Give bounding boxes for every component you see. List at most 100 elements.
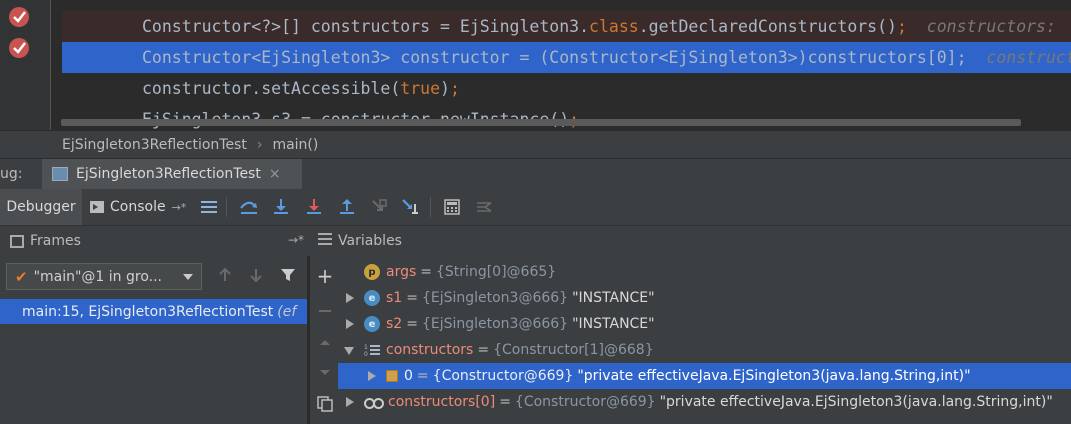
code-token: ; <box>896 17 907 36</box>
copy-icon[interactable] <box>316 395 334 413</box>
menu-icon[interactable] <box>198 196 220 218</box>
enum-icon: e <box>364 316 380 332</box>
arrow-up-icon <box>216 266 234 284</box>
chevron-right-icon[interactable] <box>344 292 356 304</box>
code-line-current[interactable]: Constructor<EjSingleton3> constructor = … <box>62 42 1071 73</box>
force-step-into-icon[interactable] <box>303 196 325 218</box>
variable-ref: {Constructor[1]@668} <box>493 342 654 358</box>
variables-icon <box>318 233 332 249</box>
variable-ref: {EjSingleton3@666} <box>421 290 569 306</box>
frames-icon <box>10 234 24 248</box>
pin-icon[interactable]: →* <box>288 233 304 247</box>
equals-sign: = <box>406 316 418 332</box>
tab-console[interactable]: Console →* <box>86 189 192 225</box>
variable-row[interactable]: e s1 = {EjSingleton3@666} "INSTANCE" <box>338 285 1071 311</box>
evaluate-expression-icon[interactable] <box>441 196 463 218</box>
move-up-icon <box>316 333 334 351</box>
step-over-icon[interactable] <box>238 196 260 218</box>
close-icon[interactable]: × <box>269 166 281 182</box>
equals-sign: = <box>406 290 418 306</box>
add-watch-icon[interactable]: + <box>316 264 334 288</box>
variables-tree: p args = {String[0]@665} e s1 = {EjSingleton3@6… <box>338 256 1071 424</box>
svg-text:1: 1 <box>364 344 368 351</box>
tab-console-label: Console <box>110 199 166 215</box>
variable-ref: {Constructor@669} <box>432 368 574 384</box>
variable-ref: {Constructor@669} <box>514 394 656 410</box>
filter-icon[interactable] <box>279 266 297 284</box>
code-line[interactable]: Constructor<?>[] constructors = EjSingle… <box>62 11 1071 42</box>
debug-tab-bar: ug: EjSingleton3ReflectionTest × <box>0 158 1071 190</box>
code-token: ) <box>440 79 450 98</box>
toolbar-separator <box>430 197 431 217</box>
variable-ref: {String[0]@665} <box>436 264 557 280</box>
code-token: constructor.setAccessible( <box>142 79 401 98</box>
variable-row[interactable]: e s2 = {EjSingleton3@666} "INSTANCE" <box>338 311 1071 337</box>
code-line[interactable]: EjSingleton3 s3 = constructor.newInstanc… <box>62 104 1071 130</box>
field-icon <box>386 370 398 382</box>
chevron-down-icon[interactable] <box>344 344 356 356</box>
frames-title: Frames <box>30 233 81 249</box>
code-token: ; <box>449 79 460 98</box>
code-token: .getDeclaredConstructors() <box>638 17 897 36</box>
move-down-icon <box>316 364 334 382</box>
chevron-right-icon[interactable] <box>344 396 356 408</box>
step-into-icon[interactable] <box>270 196 292 218</box>
variable-row[interactable]: 1 0 constructors = {Constructor[1]@668} <box>338 337 1071 363</box>
equals-sign: = <box>477 342 490 358</box>
chevron-right-icon: › <box>256 136 263 153</box>
array-icon: 10 <box>364 343 380 358</box>
enum-icon: e <box>364 290 380 306</box>
svg-text:0: 0 <box>364 351 368 357</box>
breadcrumb-class[interactable]: EjSingleton3ReflectionTest <box>0 137 247 153</box>
frame-row[interactable]: main:15, EjSingleton3ReflectionTest (ef <box>0 299 307 324</box>
trace-stream-icon <box>473 196 495 218</box>
variable-name: constructors <box>386 342 474 358</box>
frames-header: Frames →* <box>0 226 310 256</box>
code-token: class <box>589 17 639 36</box>
variable-row[interactable]: constructors[0] = {Constructor@669} "privat… <box>338 389 1071 415</box>
variable-row[interactable]: 0 = {Constructor@669} "private effectiveJav… <box>338 363 1071 389</box>
code-editor[interactable]: Constructor<?>[] constructors = EjSingle… <box>0 0 1071 130</box>
code-token: constructo <box>986 48 1071 67</box>
variable-name: s2 <box>386 316 403 332</box>
run-config-icon <box>52 167 68 181</box>
run-to-cursor-icon[interactable] <box>400 196 422 218</box>
remove-watch-icon <box>316 302 334 320</box>
parameter-icon: p <box>364 264 380 280</box>
variable-value: "INSTANCE" <box>572 316 655 332</box>
breakpoint-icon[interactable] <box>9 38 29 58</box>
toolbar-separator <box>226 197 227 217</box>
thread-dropdown[interactable]: ✔ "main"@1 in gro... <box>6 263 202 290</box>
tab-debugger[interactable]: Debugger <box>0 189 82 225</box>
variable-value: "private effectiveJava.EjSingleton3(java… <box>577 368 971 384</box>
debug-label: ug: <box>0 166 23 182</box>
drop-frame-icon <box>368 196 390 218</box>
code-token: constructors: <box>906 17 1066 36</box>
step-out-icon[interactable] <box>336 196 358 218</box>
chevron-down-icon <box>183 274 193 280</box>
equals-sign: = <box>420 264 433 280</box>
horizontal-scrollbar[interactable] <box>61 119 1021 126</box>
variable-value: "private effectiveJava.EjSingleton3(java… <box>659 394 1053 410</box>
breakpoint-icon[interactable] <box>9 7 29 27</box>
chevron-right-icon[interactable] <box>344 318 356 330</box>
pin-icon[interactable]: →* <box>172 201 187 214</box>
variable-ref: {EjSingleton3@666} <box>421 316 569 332</box>
breadcrumb: EjSingleton3ReflectionTest › main() <box>0 130 1071 158</box>
variable-value: "INSTANCE" <box>572 290 655 306</box>
code-token: Constructor<?>[] constructors = EjSingle… <box>142 17 590 36</box>
editor-gutter[interactable] <box>0 0 50 130</box>
variable-name: constructors[0] <box>388 394 496 410</box>
chevron-right-icon[interactable] <box>366 370 378 382</box>
code-line[interactable]: constructor.setAccessible(true); <box>62 73 1071 104</box>
run-config-tab[interactable]: EjSingleton3ReflectionTest × <box>42 159 302 189</box>
arrow-down-icon <box>247 266 265 284</box>
breadcrumb-method[interactable]: main() <box>272 137 318 153</box>
thread-dropdown-value: "main"@1 in gro... <box>33 268 163 285</box>
variable-row[interactable]: p args = {String[0]@665} <box>338 259 1071 285</box>
code-token: true <box>400 79 441 98</box>
code-token: Constructor<EjSingleton3> constructor = … <box>142 48 987 67</box>
variables-header: Variables <box>310 226 1071 256</box>
variable-name: s1 <box>386 290 403 306</box>
debug-toolbar: Debugger Console →* <box>0 189 1071 226</box>
